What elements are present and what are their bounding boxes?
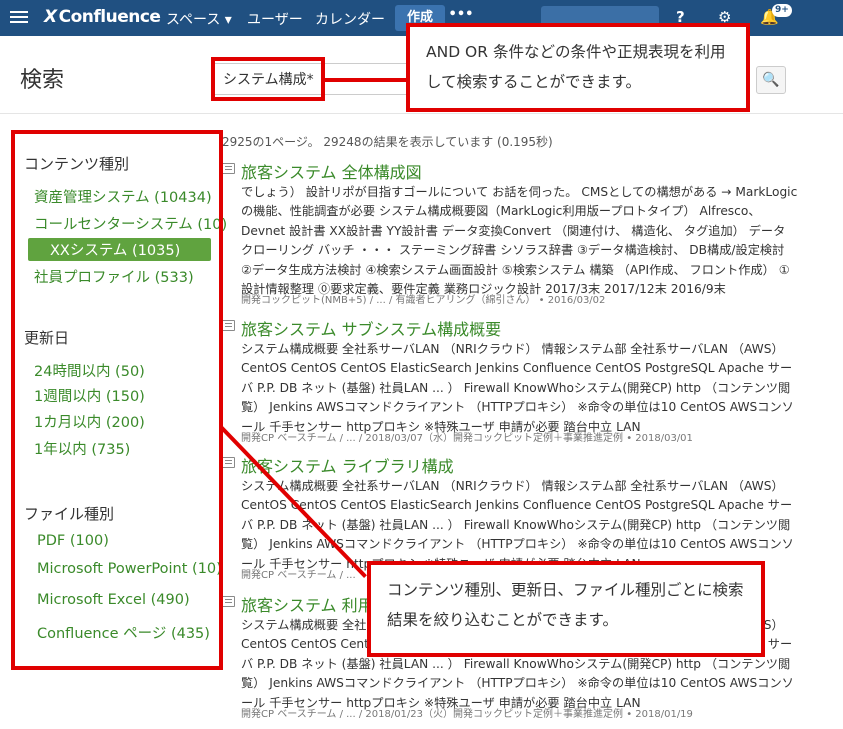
nav-spaces[interactable]: スペース ▾: [166, 9, 232, 29]
callout-connector: [325, 78, 408, 82]
nav-calendar[interactable]: カレンダー: [315, 9, 385, 29]
page-icon: [222, 320, 235, 331]
hamburger-menu-icon[interactable]: [10, 8, 28, 26]
result-title[interactable]: 旅客システム 利用: [241, 592, 374, 616]
result-title[interactable]: 旅客システム 全体構成図: [241, 159, 422, 183]
header-divider: [0, 113, 843, 114]
facet-sidebar-highlight: [11, 130, 223, 670]
page-title: 検索: [20, 68, 65, 93]
result-excerpt: でしょう） 設計リポが目指すゴールについて お話を伺った。 CMSとしての構想が…: [241, 185, 798, 297]
confluence-logo[interactable]: X Confluence: [44, 7, 161, 27]
filter-annotation-callout: コンテンツ種別、更新日、ファイル種別ごとに検索結果を絞り込むことができます。: [367, 561, 765, 657]
search-button[interactable]: 🔍: [756, 66, 786, 94]
search-annotation-callout: AND OR 条件などの条件や正規表現を利用して検索することができます。: [406, 23, 750, 112]
notification-badge: 9+: [772, 4, 792, 17]
result-meta[interactable]: 開発CP ベースチーム / ...: [241, 566, 356, 581]
search-result: 旅客システム 全体構成図 でしょう） 設計リポが目指すゴールについて お話を伺っ…: [222, 159, 802, 309]
result-excerpt: システム構成概要 全社系サーバLAN （NRIクラウド） 情報システム部 全社系…: [241, 342, 794, 434]
result-summary: 2925の1ページ。 29248の結果を表示しています (0.195秒): [222, 135, 553, 149]
result-title[interactable]: 旅客システム ライブラリ構成: [241, 453, 454, 477]
result-title[interactable]: 旅客システム サブシステム構成概要: [241, 316, 501, 340]
page-icon: [222, 457, 235, 468]
search-input-highlight: [211, 57, 325, 101]
result-meta[interactable]: 開発CP ベースチーム / ... / 2018/03/07（水）開発コックピッ…: [241, 429, 693, 444]
search-result: 旅客システム サブシステム構成概要 システム構成概要 全社系サーバLAN （NR…: [222, 316, 802, 448]
page-icon: [222, 163, 235, 174]
result-meta[interactable]: 開発CP ベースチーム / ... / 2018/01/23（火）開発コックピッ…: [241, 705, 693, 720]
result-meta[interactable]: 開発コックピット(NMB+5) / ... / 有識者ヒアリング（綿引さん） •…: [241, 291, 605, 306]
result-excerpt: システム構成概要 全社系サーバLAN （NRIクラウド） 情報システム部 全社系…: [241, 479, 794, 571]
nav-users[interactable]: ユーザー: [247, 9, 303, 29]
page-icon: [222, 596, 235, 607]
search-icon: 🔍: [762, 72, 780, 88]
